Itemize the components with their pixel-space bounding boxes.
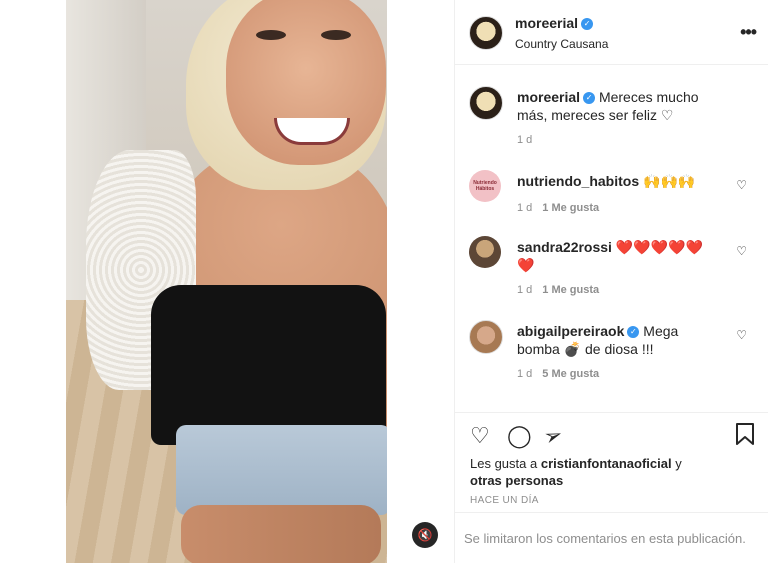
comment-time[interactable]: 1 d	[517, 134, 532, 146]
comment-text: abigailpereiraok ✓ Mega bomba 💣 de diosa …	[517, 322, 722, 358]
comment-username[interactable]: sandra22rossi	[517, 239, 612, 255]
comment-time[interactable]: 1 d	[517, 368, 532, 380]
comment-likes[interactable]: 1 Me gusta	[542, 202, 599, 214]
comment-text: moreerial ✓ Mereces mucho más, mereces se…	[517, 88, 727, 124]
photo-eye	[256, 30, 286, 40]
more-options-button[interactable]: •••	[740, 22, 757, 43]
speech-bubble-icon: ◯	[507, 423, 532, 448]
commenter-avatar[interactable]	[469, 320, 503, 354]
comment-meta: 1 d	[517, 134, 532, 146]
post-photo[interactable]	[66, 0, 387, 563]
ellipsis-icon: •••	[740, 22, 757, 42]
post-actions: ♡ ◯ ➢ Les gusta a cristianfontanaoficial…	[455, 412, 768, 513]
share-button[interactable]: ➢	[540, 421, 566, 452]
paper-plane-icon: ➢	[540, 420, 566, 451]
commenter-avatar[interactable]	[469, 236, 501, 268]
comment-username[interactable]: nutriendo_habitos	[517, 173, 639, 189]
verified-badge-icon: ✓	[627, 326, 640, 339]
comments-list: moreerial ✓ Mereces mucho más, mereces se…	[455, 64, 768, 412]
author-username[interactable]: moreerial	[515, 15, 578, 31]
comment-likes[interactable]: 5 Me gusta	[542, 368, 599, 380]
comment-meta: 1 d 1 Me gusta	[517, 202, 599, 214]
verified-badge-icon: ✓	[581, 17, 594, 30]
photo-legs	[181, 505, 381, 563]
post-header: moreerial ✓ Country Causana •••	[455, 0, 768, 65]
post-media-area: 🔇	[0, 0, 454, 563]
comment-text: sandra22rossi ❤️❤️❤️❤️❤️❤️	[517, 238, 712, 274]
comment-username[interactable]: moreerial	[517, 89, 580, 105]
comment-likes[interactable]: 1 Me gusta	[542, 284, 599, 296]
likes-suffix: y	[675, 456, 682, 471]
photo-skirt	[176, 425, 387, 515]
speaker-muted-icon: 🔇	[417, 528, 433, 542]
likes-summary: Les gusta a cristianfontanaoficial y otr…	[470, 455, 682, 489]
mute-button[interactable]: 🔇	[412, 522, 438, 548]
comment-username[interactable]: abigailpereiraok	[517, 323, 624, 339]
comment-button[interactable]: ◯	[507, 423, 532, 449]
post-side-panel: moreerial ✓ Country Causana ••• moreerial…	[454, 0, 768, 563]
likes-others-link[interactable]: otras personas	[470, 473, 563, 488]
heart-outline-icon: ♡	[736, 178, 747, 192]
comment-like-button[interactable]: ♡	[736, 328, 747, 342]
comment-body: 🙌🙌🙌	[643, 173, 696, 189]
avatar-text: Nutriendo Hábitos	[473, 180, 497, 192]
commenter-avatar[interactable]: Nutriendo Hábitos	[469, 170, 501, 202]
photo-eye	[321, 30, 351, 40]
heart-outline-icon: ♡	[736, 244, 747, 258]
heart-outline-icon: ♡	[470, 423, 490, 448]
comment-like-button[interactable]: ♡	[736, 244, 747, 258]
author-avatar[interactable]	[469, 86, 503, 120]
photo-top	[151, 285, 386, 445]
verified-badge-icon: ✓	[583, 92, 596, 105]
comment-meta: 1 d 5 Me gusta	[517, 368, 599, 380]
like-button[interactable]: ♡	[470, 423, 490, 449]
likes-prefix: Les gusta a	[470, 456, 538, 471]
post-location[interactable]: Country Causana	[515, 37, 608, 51]
post-timestamp[interactable]: HACE UN DÍA	[470, 495, 539, 506]
comment-like-button[interactable]: ♡	[736, 178, 747, 192]
comments-disabled-bar: Se limitaron los comentarios en esta pub…	[455, 512, 768, 564]
comments-disabled-text: Se limitaron los comentarios en esta pub…	[464, 531, 746, 546]
save-button[interactable]	[735, 423, 755, 451]
likes-user-link[interactable]: cristianfontanaoficial	[541, 456, 672, 471]
comment-time[interactable]: 1 d	[517, 284, 532, 296]
bookmark-icon	[736, 423, 754, 445]
comment-time[interactable]: 1 d	[517, 202, 532, 214]
heart-outline-icon: ♡	[736, 328, 747, 342]
comment-meta: 1 d 1 Me gusta	[517, 284, 599, 296]
comment-text: nutriendo_habitos 🙌🙌🙌	[517, 172, 727, 190]
author-avatar[interactable]	[469, 16, 503, 50]
